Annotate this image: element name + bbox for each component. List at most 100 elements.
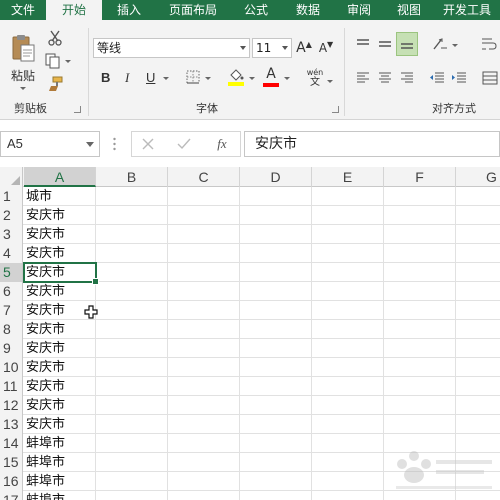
tab-data[interactable]: 数据 xyxy=(282,0,334,20)
row-header[interactable]: 5 xyxy=(0,263,23,282)
row-header[interactable]: 1 xyxy=(0,187,23,206)
underline-dropdown-arrow[interactable] xyxy=(163,77,169,80)
cell-a[interactable]: 安庆市 xyxy=(24,415,96,434)
row-header[interactable]: 7 xyxy=(0,301,23,320)
underline-button[interactable]: U xyxy=(146,70,155,86)
copy-button[interactable] xyxy=(44,51,76,71)
tab-developer[interactable]: 开发工具 xyxy=(434,0,500,20)
fill-color-button[interactable] xyxy=(226,66,246,88)
row-header[interactable]: 4 xyxy=(0,244,23,263)
row-header[interactable]: 14 xyxy=(0,434,23,453)
orientation-button[interactable] xyxy=(430,34,450,54)
column-header-e[interactable]: E xyxy=(312,167,384,187)
tab-review[interactable]: 审阅 xyxy=(334,0,384,20)
formula-input[interactable]: 安庆市 xyxy=(244,131,500,157)
column-header-a[interactable]: A xyxy=(24,167,96,187)
align-center-button[interactable] xyxy=(376,68,394,88)
enter-check-icon[interactable] xyxy=(176,136,192,152)
font-dialog-launcher[interactable] xyxy=(332,106,339,113)
cell-a[interactable]: 安庆市 xyxy=(24,244,96,263)
increase-indent-button[interactable] xyxy=(450,68,468,88)
tab-page-layout[interactable]: 页面布局 xyxy=(156,0,230,20)
font-size-combo[interactable]: 11 xyxy=(252,38,292,58)
row-header[interactable]: 17 xyxy=(0,491,23,500)
cell-a[interactable]: 安庆市 xyxy=(24,396,96,415)
watermark-logo-icon xyxy=(388,442,496,494)
table-row: 4 安庆市 xyxy=(0,244,500,263)
align-left-button[interactable] xyxy=(354,68,372,88)
align-right-button[interactable] xyxy=(398,68,416,88)
active-cell-border[interactable] xyxy=(23,262,99,285)
row-header[interactable]: 9 xyxy=(0,339,23,358)
font-name-combo[interactable]: 等线 xyxy=(93,38,250,58)
row-header[interactable]: 13 xyxy=(0,415,23,434)
row-header[interactable]: 11 xyxy=(0,377,23,396)
formula-controls: fx xyxy=(131,131,241,157)
cell-a[interactable]: 安庆市 xyxy=(24,339,96,358)
copy-dropdown-arrow[interactable] xyxy=(65,59,71,63)
cell-a[interactable]: 安庆市 xyxy=(24,320,96,339)
align-middle-button[interactable] xyxy=(376,34,394,54)
clipboard-dialog-launcher[interactable] xyxy=(74,106,81,113)
column-header-g[interactable]: G xyxy=(456,167,500,187)
cut-button[interactable] xyxy=(44,28,66,48)
alignment-group-label: 对齐方式 xyxy=(432,102,476,115)
align-top-button[interactable] xyxy=(354,34,372,54)
row-header[interactable]: 12 xyxy=(0,396,23,415)
phonetic-dropdown-arrow[interactable] xyxy=(327,80,333,83)
font-color-button[interactable]: A xyxy=(262,66,280,88)
tab-view[interactable]: 视图 xyxy=(384,0,434,20)
column-headers: A B C D E F G xyxy=(0,167,500,187)
more-options-icon[interactable] xyxy=(113,137,116,151)
column-header-d[interactable]: D xyxy=(240,167,312,187)
bold-button[interactable]: B xyxy=(101,70,110,86)
column-header-c[interactable]: C xyxy=(168,167,240,187)
format-painter-button[interactable] xyxy=(44,74,66,94)
cell-a[interactable]: 城市 xyxy=(24,187,96,206)
orientation-dropdown-arrow[interactable] xyxy=(452,44,458,47)
borders-dropdown-arrow[interactable] xyxy=(205,77,211,80)
wrap-text-button[interactable] xyxy=(478,34,500,54)
merge-cells-icon xyxy=(482,71,498,85)
paste-dropdown-arrow[interactable] xyxy=(20,86,26,90)
row-header[interactable]: 16 xyxy=(0,472,23,491)
merge-center-button[interactable] xyxy=(480,68,500,88)
cell-a[interactable]: 安庆市 xyxy=(24,282,96,301)
row-header[interactable]: 6 xyxy=(0,282,23,301)
fill-color-dropdown-arrow[interactable] xyxy=(249,77,255,80)
tab-home[interactable]: 开始 xyxy=(46,0,102,20)
paste-button[interactable]: 粘贴 xyxy=(6,30,40,92)
row-header[interactable]: 10 xyxy=(0,358,23,377)
cell-a[interactable]: 安庆市 xyxy=(24,377,96,396)
column-header-b[interactable]: B xyxy=(96,167,168,187)
cut-icon xyxy=(47,30,63,46)
column-header-f[interactable]: F xyxy=(384,167,456,187)
insert-function-button[interactable]: fx xyxy=(210,135,234,153)
shrink-font-button[interactable]: A ▼ xyxy=(316,38,336,58)
cell-a[interactable]: 蚌埠市 xyxy=(24,472,96,491)
name-box[interactable]: A5 xyxy=(0,131,100,157)
italic-button[interactable]: I xyxy=(125,70,129,86)
cell-a[interactable]: 蚌埠市 xyxy=(24,491,96,500)
row-header[interactable]: 8 xyxy=(0,320,23,339)
cell-a[interactable]: 蚌埠市 xyxy=(24,453,96,472)
tab-formulas[interactable]: 公式 xyxy=(230,0,282,20)
align-bottom-button[interactable] xyxy=(396,32,418,56)
cancel-icon[interactable] xyxy=(140,136,156,152)
cell-a[interactable]: 安庆市 xyxy=(24,225,96,244)
row-header[interactable]: 2 xyxy=(0,206,23,225)
borders-button[interactable] xyxy=(184,68,202,86)
select-all-button[interactable] xyxy=(0,167,23,187)
cell-a[interactable]: 安庆市 xyxy=(24,358,96,377)
tab-insert[interactable]: 插入 xyxy=(102,0,156,20)
font-color-dropdown-arrow[interactable] xyxy=(284,77,290,80)
cell-a[interactable]: 蚌埠市 xyxy=(24,434,96,453)
phonetic-button[interactable]: wén 文 xyxy=(304,66,326,90)
row-header[interactable]: 15 xyxy=(0,453,23,472)
ribbon: 粘贴 剪贴板 等线 11 A ▲ A ▼ B I U A wén 文 字体 对齐… xyxy=(0,20,500,120)
tab-file[interactable]: 文件 xyxy=(0,0,46,20)
grow-font-button[interactable]: A ▲ xyxy=(295,38,313,58)
cell-a[interactable]: 安庆市 xyxy=(24,206,96,225)
row-header[interactable]: 3 xyxy=(0,225,23,244)
decrease-indent-button[interactable] xyxy=(428,68,446,88)
